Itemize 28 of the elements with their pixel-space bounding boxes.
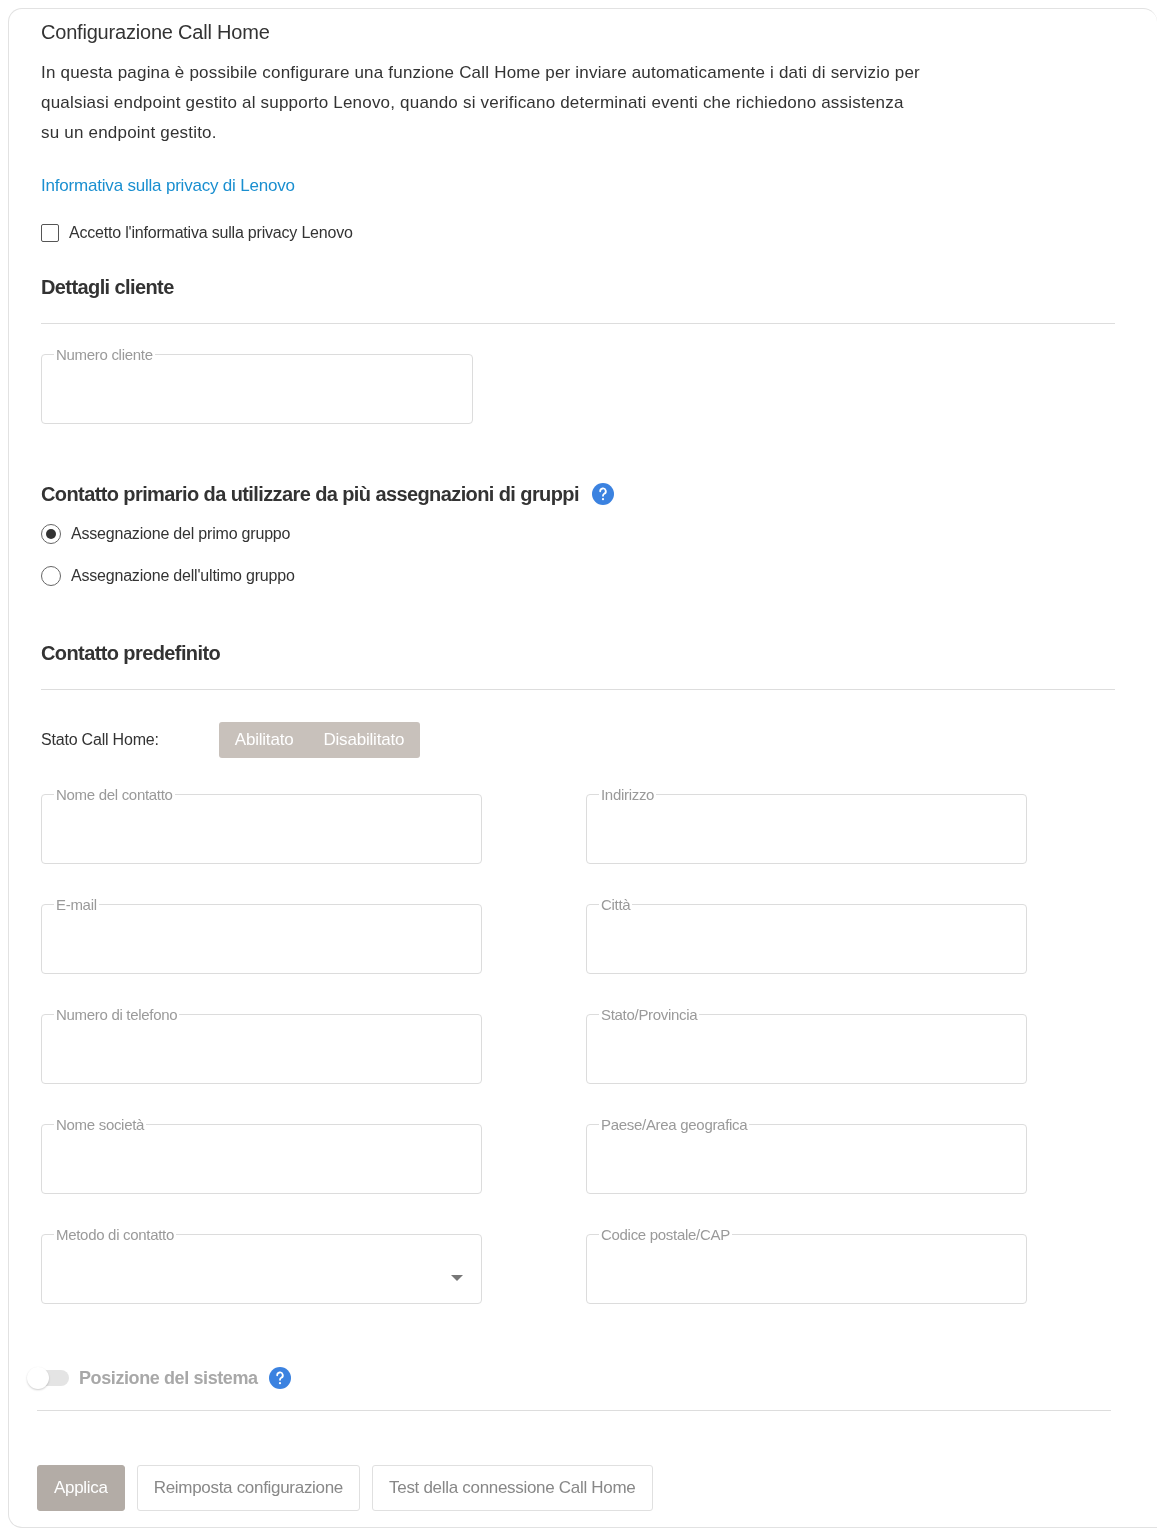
- caret-icon: [451, 1275, 463, 1281]
- input-field[interactable]: Nome del contatto: [41, 786, 482, 864]
- status-label: Stato Call Home:: [41, 731, 159, 749]
- input-field[interactable]: E-mail: [41, 896, 482, 974]
- input-field[interactable]: Numero di telefono: [41, 1006, 482, 1084]
- checkbox-label: Accetto l'informativa sulla privacy Lenovo: [69, 224, 353, 242]
- input-field[interactable]: Nome società: [41, 1116, 482, 1194]
- action-button[interactable]: Reimposta configurazione: [136, 1465, 361, 1511]
- section-heading: Contatto primario da utilizzare da più assegnazioni di gruppi: [41, 482, 579, 506]
- help-icon[interactable]: [590, 482, 615, 506]
- radio-label: Assegnazione dell'ultimo gruppo: [71, 567, 295, 585]
- radio-label: Assegnazione del primo gruppo: [71, 525, 291, 543]
- section-heading: Contatto predefinito: [41, 642, 221, 665]
- section-heading: Dettagli cliente: [41, 276, 174, 299]
- input-field[interactable]: Indirizzo: [586, 786, 1027, 864]
- privacy-link[interactable]: Informativa sulla privacy di Lenovo: [41, 176, 295, 196]
- action-button[interactable]: Test della connessione Call Home: [372, 1465, 653, 1511]
- input-field[interactable]: Città: [586, 896, 1027, 974]
- input-field[interactable]: Stato/Provincia: [586, 1006, 1027, 1084]
- toggle-label: Posizione del sistema: [79, 1367, 258, 1389]
- input-field[interactable]: Numero cliente: [41, 346, 473, 424]
- help-icon[interactable]: [267, 1366, 292, 1390]
- description: In questa pagina è possibile configurare una funzione Call Home per inviare automaticamente i dati di servizio per qualsiasi endpoint gestito al supporto Lenovo, quando si verificano determinati eventi che richiedono assistenza su un endpoint gestito.: [41, 62, 921, 144]
- input-field[interactable]: Paese/Area geografica: [586, 1116, 1027, 1194]
- input-field[interactable]: Codice postale/CAP: [586, 1226, 1027, 1304]
- page-title: Configurazione Call Home: [41, 21, 271, 44]
- checkbox[interactable]: [41, 224, 59, 242]
- select-field[interactable]: Metodo di contatto: [41, 1226, 482, 1304]
